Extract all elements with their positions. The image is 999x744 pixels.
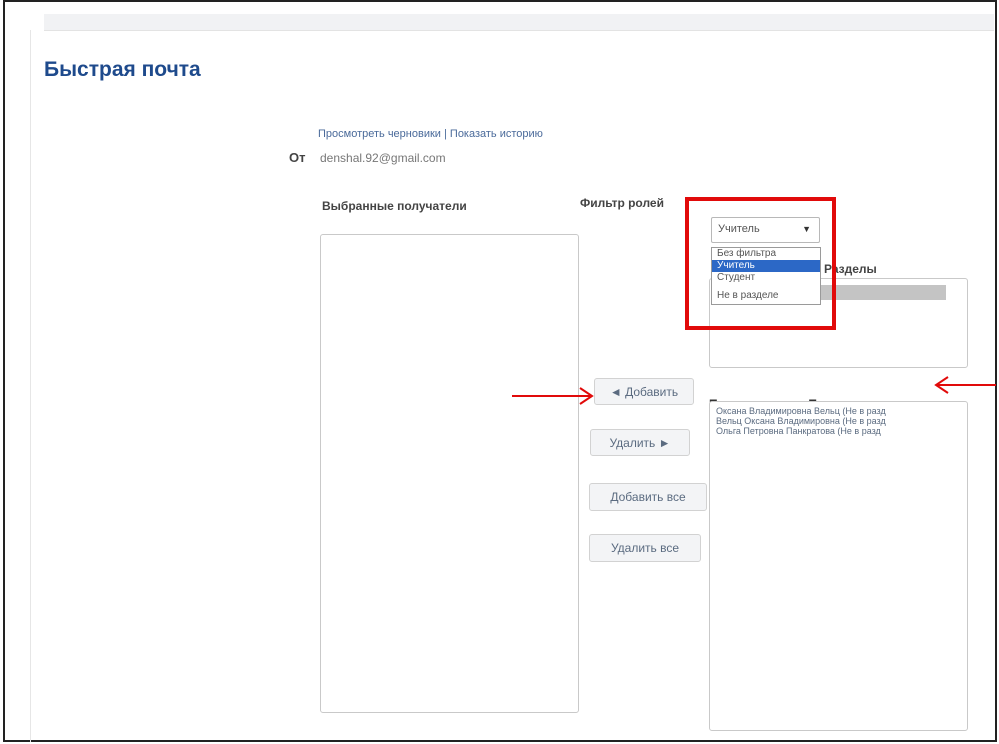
top-bar: [44, 14, 994, 31]
annotation-arrow-left-icon: [934, 376, 996, 394]
links-row: Просмотреть черновики | Показать историю: [318, 128, 543, 140]
page-title: Быстрая почта: [44, 58, 201, 81]
selected-recipients-list[interactable]: [320, 234, 579, 713]
left-divider: [30, 30, 31, 742]
list-item[interactable]: Вельц Оксана Владимировна (Не в разд: [716, 416, 961, 426]
show-history-link[interactable]: Показать историю: [450, 128, 543, 140]
list-item[interactable]: Ольга Петровна Панкратова (Не в разд: [716, 426, 961, 436]
list-item[interactable]: Оксана Владимировна Вельц (Не в разд: [716, 406, 961, 416]
potential-recipients-list[interactable]: Оксана Владимировна Вельц (Не в разд Вел…: [709, 401, 968, 731]
selected-recipients-heading: Выбранные получатели: [322, 199, 467, 213]
section-item[interactable]: [818, 285, 946, 300]
role-filter-heading: Фильтр ролей: [580, 196, 664, 210]
remove-all-button[interactable]: Удалить все: [589, 534, 701, 562]
links-separator: |: [440, 128, 450, 140]
from-email: denshal.92@gmail.com: [320, 151, 446, 165]
from-label: От: [289, 150, 306, 165]
add-button[interactable]: ◄ Добавить: [594, 378, 694, 405]
view-drafts-link[interactable]: Просмотреть черновики: [318, 128, 441, 140]
add-all-button[interactable]: Добавить все: [589, 483, 707, 511]
annotation-highlight-box: [685, 197, 836, 330]
remove-button[interactable]: Удалить ►: [590, 429, 690, 456]
annotation-arrow-right-icon: [512, 387, 594, 405]
